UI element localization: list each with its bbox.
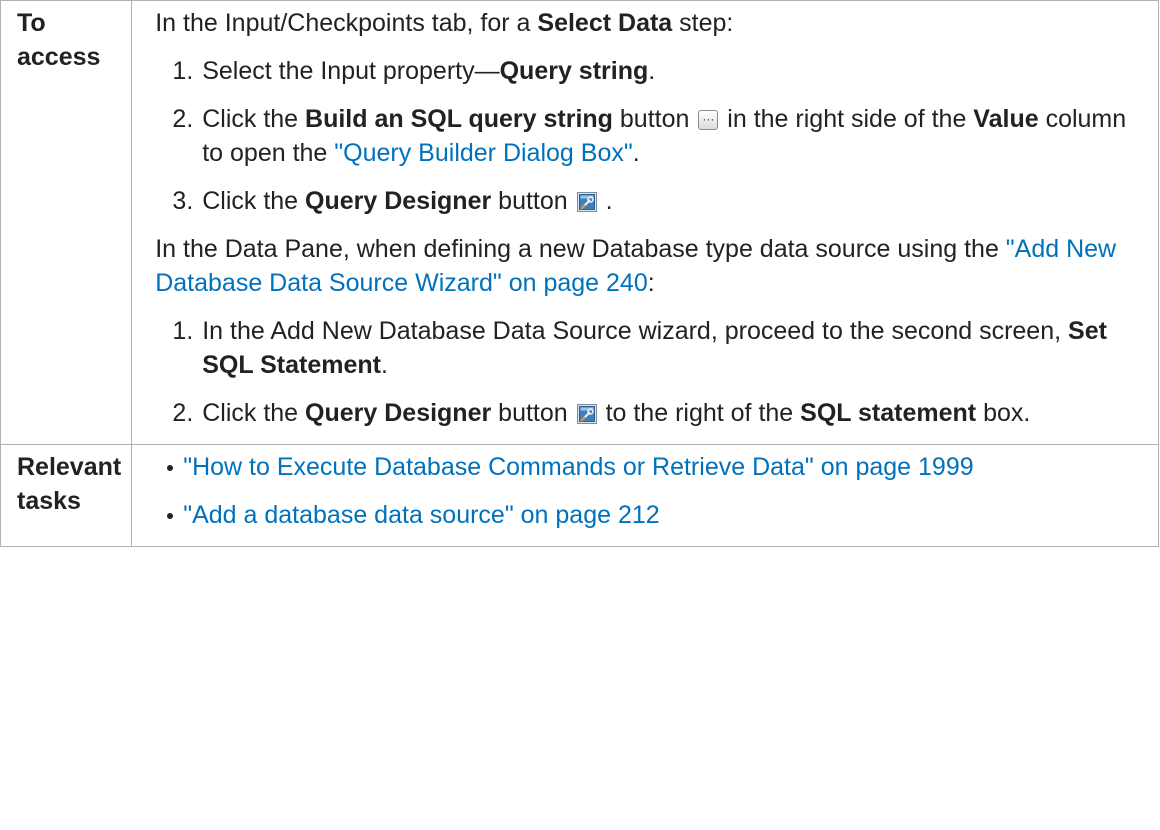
list-item: In the Add New Database Data Source wiza… [200,314,1128,382]
ellipsis-button-icon: ··· [698,110,719,130]
list-item: Select the Input property—Query string. [200,54,1128,88]
list-item: Click the Query Designer button . [200,184,1128,218]
tasks-header: Relevant tasks [0,444,133,547]
access-intro: In the Input/Checkpoints tab, for a Sele… [155,9,734,37]
list-item: "How to Execute Database Commands or Ret… [167,450,1128,484]
query-builder-link[interactable]: "Query Builder Dialog Box" [334,139,632,167]
access-content: In the Input/Checkpoints tab, for a Sele… [131,0,1159,445]
tasks-row: Relevant tasks "How to Execute Database … [0,444,1159,547]
tasks-list: "How to Execute Database Commands or Ret… [155,450,1128,532]
query-designer-icon [576,192,597,212]
data-pane-steps: In the Add New Database Data Source wiza… [155,314,1128,430]
data-pane-intro: In the Data Pane, when defining a new Da… [155,235,1117,297]
select-data-steps: Select the Input property—Query string. … [155,54,1128,218]
execute-database-commands-link[interactable]: "How to Execute Database Commands or Ret… [183,453,973,481]
list-item: "Add a database data source" on page 212 [167,498,1128,532]
list-item: Click the Query Designer button to the r… [200,396,1128,430]
access-header: To access [0,0,133,445]
list-item: Click the Build an SQL query string butt… [200,102,1128,170]
query-designer-icon [576,404,597,424]
tasks-content: "How to Execute Database Commands or Ret… [131,444,1159,547]
help-table: To access In the Input/Checkpoints tab, … [0,0,1159,547]
access-row: To access In the Input/Checkpoints tab, … [0,0,1159,445]
add-database-data-source-link[interactable]: "Add a database data source" on page 212 [183,501,659,529]
